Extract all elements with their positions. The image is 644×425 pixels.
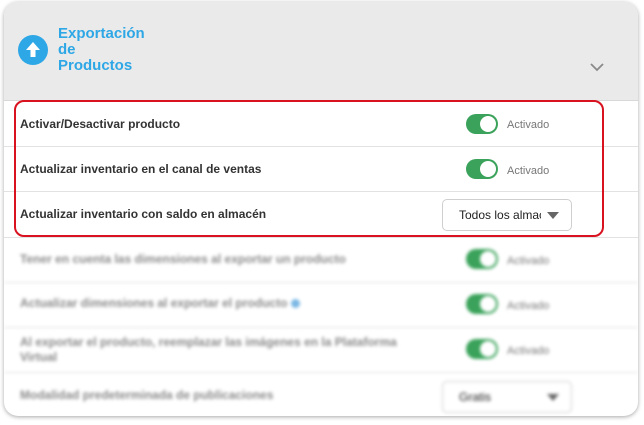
select-value: Gratis	[459, 390, 492, 404]
export-settings-card: Exportación de Productos Activar/Desacti…	[4, 2, 638, 416]
toggle-knob	[480, 116, 496, 132]
setting-label: Al exportar el producto, reemplazar las …	[20, 335, 397, 364]
section-title: Exportación de Productos	[58, 26, 178, 74]
chevron-down-icon[interactable]	[590, 59, 604, 72]
section-header[interactable]: Exportación de Productos	[4, 2, 638, 101]
setting-label: Actualizar inventario con saldo en almac…	[20, 207, 267, 221]
activate-product-toggle[interactable]	[466, 114, 498, 134]
select-value: Todos los almac	[459, 208, 546, 222]
title-line: Productos	[58, 57, 133, 74]
setting-label: Actualizar inventario en el canal de ven…	[20, 162, 262, 176]
toggle-status: Activado	[507, 119, 550, 131]
toggle-knob	[480, 251, 496, 267]
setting-label: Activar/Desactivar producto	[20, 117, 181, 131]
toggle-knob	[480, 296, 496, 312]
toggle-status: Activado	[507, 255, 550, 267]
consider-dimensions-toggle[interactable]	[466, 249, 498, 269]
publication-mode-select[interactable]: Gratis	[442, 381, 572, 413]
toggle-status: Activado	[507, 165, 550, 177]
caret-down-icon	[541, 200, 565, 230]
toggle-knob	[480, 341, 496, 357]
update-dimensions-toggle[interactable]	[466, 294, 498, 314]
setting-row: Actualizar dimensiones al exportar el pr…	[4, 283, 638, 328]
setting-row: Al exportar el producto, reemplazar las …	[4, 328, 638, 373]
caret-down-icon	[541, 382, 565, 412]
setting-label: Actualizar dimensiones al exportar el pr…	[20, 296, 410, 311]
setting-row: Actualizar inventario en el canal de ven…	[4, 147, 638, 192]
setting-label: Tener en cuenta las dimensiones al expor…	[20, 252, 346, 266]
toggle-status: Activado	[507, 300, 550, 312]
setting-label: Modalidad predeterminada de publicacione…	[20, 388, 274, 402]
update-inventory-channel-toggle[interactable]	[466, 159, 498, 179]
title-line: de	[58, 41, 76, 58]
setting-label-text: Actualizar dimensiones al exportar el pr…	[20, 296, 288, 310]
toggle-status: Activado	[507, 345, 550, 357]
arrow-up-circle-icon	[18, 35, 48, 65]
toggle-knob	[480, 161, 496, 177]
replace-images-toggle[interactable]	[466, 339, 498, 359]
warehouse-stock-select[interactable]: Todos los almac	[442, 199, 572, 231]
setting-row: Modalidad predeterminada de publicacione…	[4, 373, 638, 416]
title-line: Exportación	[58, 25, 145, 42]
setting-row: Actualizar inventario con saldo en almac…	[4, 192, 638, 238]
info-icon[interactable]	[291, 299, 301, 309]
setting-row: Activar/Desactivar producto Activado	[4, 101, 638, 147]
setting-row: Tener en cuenta las dimensiones al expor…	[4, 238, 638, 283]
